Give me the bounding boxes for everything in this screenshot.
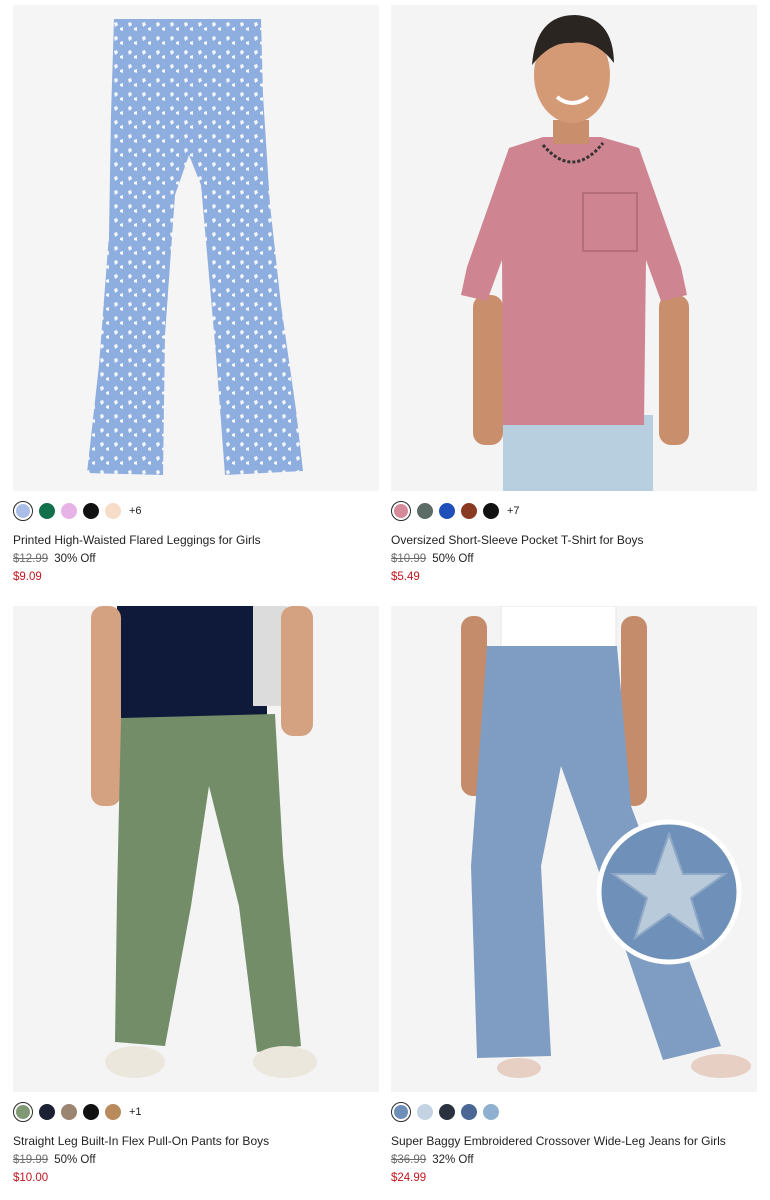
color-swatch[interactable]	[105, 503, 121, 519]
color-swatch[interactable]	[13, 501, 33, 521]
discount-label: 32% Off	[432, 1154, 474, 1166]
color-swatches: +1	[13, 1102, 379, 1122]
color-swatches: +6	[13, 501, 379, 521]
color-swatch[interactable]	[61, 503, 77, 519]
sale-price: $5.49	[391, 571, 420, 583]
color-swatch[interactable]	[483, 1104, 499, 1120]
price-row: $10.99 50% Off	[391, 553, 757, 565]
product-title[interactable]: Super Baggy Embroidered Crossover Wide-L…	[391, 1134, 757, 1148]
color-swatch[interactable]	[417, 1104, 433, 1120]
color-swatches: +7	[391, 501, 757, 521]
wide-leg-jeans-icon	[391, 606, 757, 1092]
product-image[interactable]	[13, 5, 379, 491]
more-colors-link[interactable]: +6	[129, 505, 142, 517]
color-swatch[interactable]	[13, 1102, 33, 1122]
discount-label: 30% Off	[54, 553, 96, 565]
color-swatch[interactable]	[83, 1104, 99, 1120]
product-image[interactable]	[391, 606, 757, 1092]
color-swatch[interactable]	[417, 503, 433, 519]
product-image[interactable]	[13, 606, 379, 1092]
sale-price: $10.00	[13, 1172, 49, 1184]
flared-leggings-icon	[13, 5, 379, 491]
product-card[interactable]: +6 Printed High-Waisted Flared Leggings …	[13, 5, 379, 583]
color-swatch[interactable]	[439, 503, 455, 519]
color-swatch[interactable]	[39, 503, 55, 519]
product-title[interactable]: Printed High-Waisted Flared Leggings for…	[13, 533, 379, 547]
pull-on-pants-icon	[13, 606, 379, 1092]
sale-price: $9.09	[13, 571, 42, 583]
color-swatch[interactable]	[83, 503, 99, 519]
product-image[interactable]	[391, 5, 757, 491]
color-swatch[interactable]	[461, 1104, 477, 1120]
color-swatch[interactable]	[461, 503, 477, 519]
color-swatch[interactable]	[439, 1104, 455, 1120]
discount-label: 50% Off	[54, 1154, 96, 1166]
color-swatch[interactable]	[391, 501, 411, 521]
more-colors-link[interactable]: +1	[129, 1106, 142, 1118]
color-swatch[interactable]	[61, 1104, 77, 1120]
product-card[interactable]: +1 Straight Leg Built-In Flex Pull-On Pa…	[13, 606, 379, 1184]
color-swatch[interactable]	[105, 1104, 121, 1120]
original-price: $10.99	[391, 553, 427, 565]
product-title[interactable]: Oversized Short-Sleeve Pocket T-Shirt fo…	[391, 533, 757, 547]
color-swatches	[391, 1102, 757, 1122]
sale-price: $24.99	[391, 1172, 427, 1184]
price-row: $36.99 32% Off	[391, 1154, 757, 1166]
color-swatch[interactable]	[391, 1102, 411, 1122]
product-card[interactable]: Super Baggy Embroidered Crossover Wide-L…	[391, 606, 757, 1184]
more-colors-link[interactable]: +7	[507, 505, 520, 517]
original-price: $19.99	[13, 1154, 49, 1166]
discount-label: 50% Off	[432, 553, 474, 565]
product-grid: +6 Printed High-Waisted Flared Leggings …	[0, 0, 770, 1200]
price-row: $12.99 30% Off	[13, 553, 379, 565]
original-price: $36.99	[391, 1154, 427, 1166]
original-price: $12.99	[13, 553, 49, 565]
color-swatch[interactable]	[483, 503, 499, 519]
price-row: $19.99 50% Off	[13, 1154, 379, 1166]
color-swatch[interactable]	[39, 1104, 55, 1120]
product-title[interactable]: Straight Leg Built-In Flex Pull-On Pants…	[13, 1134, 379, 1148]
product-card[interactable]: +7 Oversized Short-Sleeve Pocket T-Shirt…	[391, 5, 757, 583]
pocket-tshirt-icon	[391, 5, 757, 491]
